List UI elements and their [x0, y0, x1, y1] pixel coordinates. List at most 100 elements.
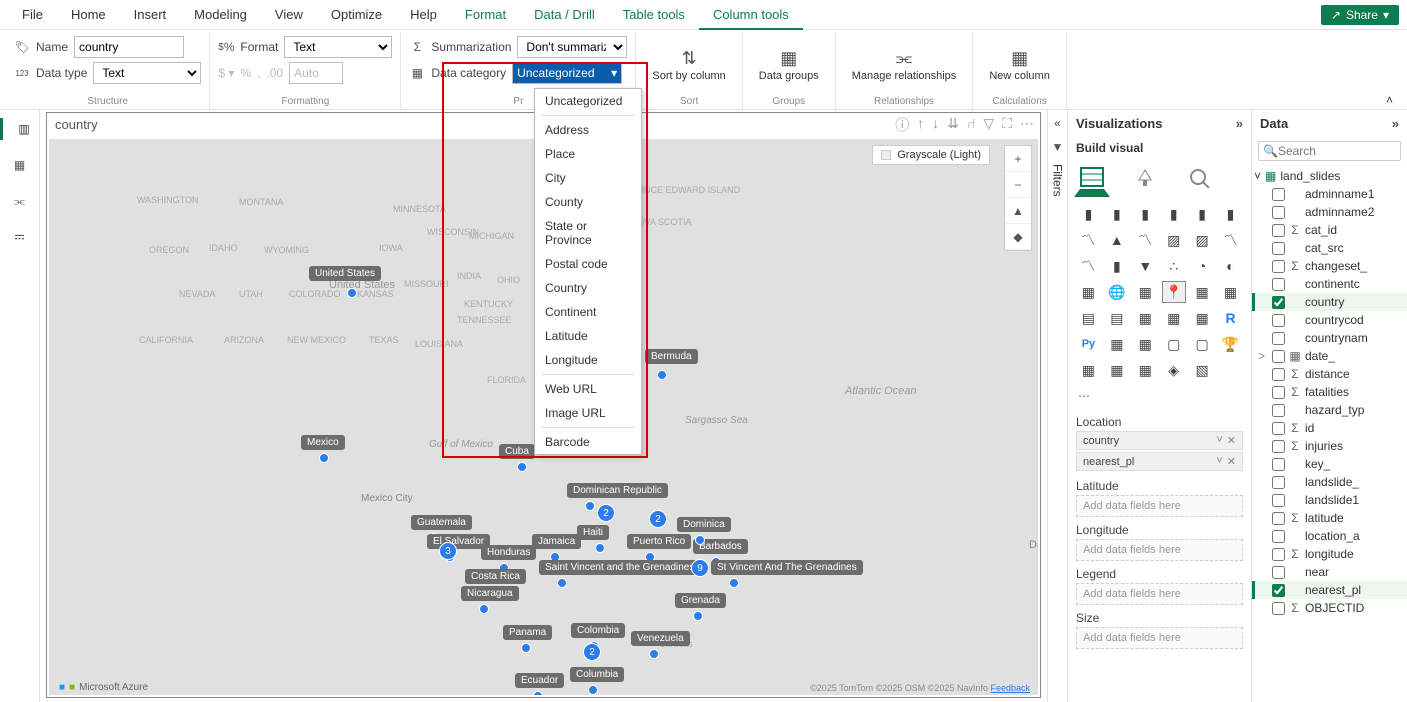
expand-down-icon[interactable]: ⇊ — [947, 115, 959, 135]
map-marker-label[interactable]: Dominica — [677, 517, 731, 532]
analytics-tab[interactable] — [1186, 163, 1214, 191]
format-select[interactable]: Text — [284, 36, 392, 58]
data-category-option[interactable]: Country — [535, 276, 641, 300]
viz-type-icon[interactable]: 〽 — [1076, 255, 1100, 277]
viz-type-icon[interactable]: ◔ — [1190, 255, 1214, 277]
viz-type-icon[interactable]: ▦ — [1105, 359, 1129, 381]
viz-type-icon[interactable]: ▮ — [1133, 203, 1157, 225]
viz-type-icon[interactable]: ▦ — [1076, 281, 1100, 303]
field-checkbox[interactable] — [1272, 368, 1285, 381]
remove-field-icon[interactable]: ✕ — [1227, 434, 1236, 447]
map-marker-dot[interactable] — [585, 501, 595, 511]
data-category-option[interactable]: Uncategorized — [535, 89, 641, 113]
map-marker-dot[interactable] — [533, 691, 543, 695]
data-category-option[interactable]: Web URL — [535, 377, 641, 401]
viz-type-icon[interactable]: ◐ — [1219, 255, 1243, 277]
field-checkbox[interactable] — [1272, 458, 1285, 471]
map-marker-dot[interactable] — [557, 578, 567, 588]
datacategory-select[interactable]: Uncategorized ▾ — [512, 62, 622, 84]
map-marker-label[interactable]: St Vincent And The Grenadines — [711, 560, 863, 575]
tab-optimize[interactable]: Optimize — [317, 0, 396, 30]
feedback-link[interactable]: Feedback — [990, 683, 1030, 693]
map-marker-dot[interactable] — [517, 462, 527, 472]
table-view-button[interactable]: ▦ — [9, 154, 31, 176]
map-theme-pill[interactable]: Grayscale (Light) — [872, 145, 990, 165]
remove-field-icon[interactable]: ✕ — [1227, 455, 1236, 468]
map-marker-label[interactable]: Guatemala — [411, 515, 472, 530]
viz-type-icon[interactable]: ▧ — [1190, 359, 1214, 381]
viz-type-icon[interactable]: ▮ — [1076, 203, 1100, 225]
field-adminname1[interactable]: adminname1 — [1252, 185, 1407, 203]
filter-icon[interactable]: ▽ — [983, 115, 994, 135]
map-marker-label[interactable]: Columbia — [570, 667, 624, 682]
field-OBJECTID[interactable]: ΣOBJECTID — [1252, 599, 1407, 617]
field-checkbox[interactable] — [1272, 242, 1285, 255]
viz-type-icon[interactable]: ▦ — [1190, 281, 1214, 303]
field-checkbox[interactable] — [1272, 314, 1285, 327]
field-nearest_pl[interactable]: nearest_pl — [1252, 581, 1407, 599]
well-item-country[interactable]: country ˅✕ — [1076, 431, 1243, 450]
data-category-option[interactable]: Barcode — [535, 430, 641, 454]
map-marker-dot[interactable] — [695, 535, 705, 545]
field-checkbox[interactable] — [1272, 188, 1285, 201]
field-checkbox[interactable] — [1272, 278, 1285, 291]
well-size-drop[interactable]: Add data fields here — [1076, 627, 1243, 649]
map-marker-label[interactable]: Ecuador — [515, 673, 564, 688]
map-marker-label[interactable]: Panama — [503, 625, 552, 640]
viz-type-icon[interactable]: ▨ — [1190, 229, 1214, 251]
field-id[interactable]: Σid — [1252, 419, 1407, 437]
field-checkbox[interactable] — [1272, 548, 1285, 561]
map-marker-dot[interactable] — [347, 288, 357, 298]
map-marker-label[interactable]: Venezuela — [631, 631, 690, 646]
map-marker-label[interactable]: Costa Rica — [465, 569, 526, 584]
build-visual-tab[interactable] — [1078, 163, 1106, 191]
field-checkbox[interactable] — [1272, 494, 1285, 507]
tab-datadrill[interactable]: Data / Drill — [520, 0, 609, 30]
viz-type-icon[interactable]: ▤ — [1076, 307, 1100, 329]
report-canvas[interactable]: country ⓘ ↑ ↓ ⇊ ⑁ ▽ ⛶ ⋯ Grayscale (Light… — [40, 110, 1047, 702]
drill-info-icon[interactable]: ⓘ — [895, 115, 909, 135]
cluster-marker[interactable]: 9 — [691, 559, 709, 577]
data-category-option[interactable]: Image URL — [535, 401, 641, 425]
field-landslide1[interactable]: landslide1 — [1252, 491, 1407, 509]
viz-type-icon[interactable]: ▦ — [1133, 307, 1157, 329]
field-hazard_typ[interactable]: hazard_typ — [1252, 401, 1407, 419]
field-adminname2[interactable]: adminname2 — [1252, 203, 1407, 221]
pitch-button[interactable]: ▲ — [1005, 198, 1031, 224]
map-marker-dot[interactable] — [479, 604, 489, 614]
well-item-nearest-pl[interactable]: nearest_pl ˅✕ — [1076, 452, 1243, 471]
viz-type-icon[interactable]: ▦ — [1219, 281, 1243, 303]
manage-relationships-button[interactable]: ⫘ Manage relationships — [844, 36, 965, 94]
map-marker-dot[interactable] — [588, 685, 598, 695]
field-location_a[interactable]: location_a — [1252, 527, 1407, 545]
zoom-in-button[interactable]: + — [1005, 146, 1031, 172]
field-cat_id[interactable]: Σcat_id — [1252, 221, 1407, 239]
drill-up-icon[interactable]: ↑ — [917, 115, 924, 135]
sort-by-column-button[interactable]: ⇅ Sort by column — [644, 36, 733, 94]
data-category-option[interactable]: Continent — [535, 300, 641, 324]
field-checkbox[interactable] — [1272, 296, 1285, 309]
field-checkbox[interactable] — [1272, 440, 1285, 453]
well-longitude-drop[interactable]: Add data fields here — [1076, 539, 1243, 561]
viz-type-icon[interactable]: Py — [1076, 333, 1100, 355]
viz-type-icon[interactable]: 📍 — [1162, 281, 1186, 303]
map-marker-label[interactable]: Puerto Rico — [627, 534, 691, 549]
map-marker-dot[interactable] — [521, 643, 531, 653]
viz-type-icon[interactable]: 〽 — [1133, 229, 1157, 251]
viz-type-icon[interactable]: ▦ — [1105, 333, 1129, 355]
map-marker-dot[interactable] — [319, 453, 329, 463]
map-marker-label[interactable]: Saint Vincent and the Grenadines — [539, 560, 700, 575]
map-marker-label[interactable]: Colombia — [571, 623, 625, 638]
field-countrycod[interactable]: countrycod — [1252, 311, 1407, 329]
data-groups-button[interactable]: ▦ Data groups — [751, 36, 827, 94]
viz-type-icon[interactable]: ▦ — [1162, 307, 1186, 329]
table-land-slides[interactable]: ˅ ▦ land_slides — [1252, 167, 1407, 185]
more-options-icon[interactable]: ⋯ — [1020, 115, 1034, 135]
field-countrynam[interactable]: countrynam — [1252, 329, 1407, 347]
field-checkbox[interactable] — [1272, 404, 1285, 417]
data-category-option[interactable]: City — [535, 166, 641, 190]
well-latitude-drop[interactable]: Add data fields here — [1076, 495, 1243, 517]
viz-type-icon[interactable]: ∴ — [1162, 255, 1186, 277]
map-marker-label[interactable]: Mexico — [301, 435, 345, 450]
data-category-option[interactable]: State or Province — [535, 214, 641, 252]
